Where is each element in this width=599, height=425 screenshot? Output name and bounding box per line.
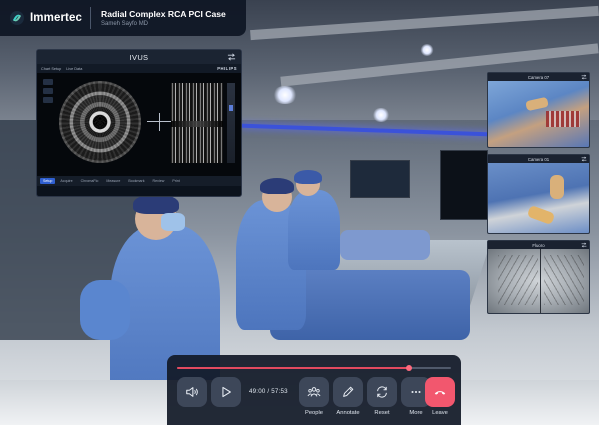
ceiling-light [420,44,434,56]
ivus-tab-print[interactable]: Print [169,178,182,184]
ivus-title: IVUS [129,52,149,62]
swap-icon[interactable] [581,156,587,162]
camera-feed-1[interactable]: Camera 07 [487,72,590,148]
room-monitor [350,160,410,198]
fluoro-split-line [540,249,541,313]
feed-title-bar: Fluoro [488,241,589,249]
swap-icon[interactable] [581,74,587,80]
case-info: Radial Complex RCA PCI Case Sameh Sayfo … [101,9,226,27]
ivus-longitudinal-view [171,83,223,163]
playback-controls: 49:00 / 57:53 People Annotate Reset More… [167,355,461,425]
leave-label: Leave [432,410,448,416]
ivus-toolbar-left: Chart Setup [41,66,62,71]
feed-title: Camera 07 [527,74,550,80]
ivus-toolbar-center: Live Data [66,66,83,71]
feed-title: Camera 01 [527,156,550,162]
ivus-cross-section-image [59,81,141,163]
ceiling-light [372,108,390,122]
volume-button[interactable] [177,377,207,407]
ivus-tab-measure[interactable]: Measure [103,178,123,184]
header-divider [90,7,91,29]
progress-fill [177,367,409,369]
surgical-cap [260,178,294,194]
progress-thumb[interactable] [405,365,412,371]
progress-scrubber[interactable] [177,365,451,371]
pencil-icon [343,386,354,397]
speaker-icon [186,387,198,397]
face-mask [161,213,185,231]
ivus-side-button [43,79,53,85]
annotate-button[interactable] [333,377,363,407]
ivus-pullback-track [227,83,235,163]
ceiling-light [272,86,298,104]
swap-icon[interactable] [227,53,236,61]
ivus-toolbar: Chart Setup Live Data PHILIPS [37,64,241,73]
camera-video [488,163,589,233]
surgical-cap [133,194,179,214]
surgical-drape [340,230,430,260]
ivus-tab-bar: Setup Acquire ChromaFlo Measure Bookmark Revi… [37,176,241,186]
camera-feed-2[interactable]: Camera 01 [487,154,590,234]
play-icon [222,386,231,398]
feed-title-bar: Camera 07 [488,73,589,81]
ivus-tab-acquire[interactable]: Acquire [57,178,75,184]
ivus-panel[interactable]: IVUS Chart Setup Live Data PHILIPS Setup… [36,49,242,197]
presenter-name: Sameh Sayfo MD [101,21,149,27]
feed-title: Fluoro [532,242,545,248]
surgical-cap [294,170,322,184]
brand-name: Immertec [30,12,82,24]
case-title: Radial Complex RCA PCI Case [101,9,226,19]
ivus-tab-bookmark[interactable]: Bookmark [125,178,147,184]
more-icon [411,390,421,394]
ivus-image-area: Setup Acquire ChromaFlo Measure Bookmark Revi… [37,73,241,186]
play-button[interactable] [211,377,241,407]
room-monitor [440,150,488,220]
reset-icon [377,386,387,398]
ivus-tab-review[interactable]: Review [150,178,168,184]
ivus-side-button [43,97,53,103]
ivus-tab-chromaflo[interactable]: ChromaFlo [78,178,102,184]
blue-light-strip [240,123,490,137]
session-header: Immertec Radial Complex RCA PCI Case Sam… [0,0,246,36]
drape-fold [80,280,130,340]
ivus-side-controls [43,79,55,175]
camera-video [488,81,589,147]
ivus-tab-setup[interactable]: Setup [40,178,56,184]
fluoro-feed[interactable]: Fluoro [487,240,590,314]
ivus-side-button [43,88,53,94]
reset-button[interactable] [367,377,397,407]
swap-icon[interactable] [581,242,587,248]
people-button[interactable] [299,377,329,407]
brand-logo: Immertec [0,10,90,26]
feed-title-bar: Camera 01 [488,155,589,163]
time-display: 49:00 / 57:53 [249,388,288,395]
vendor-logo: PHILIPS [217,66,237,71]
control-row: 49:00 / 57:53 People Annotate Reset More [177,377,453,421]
leave-button[interactable] [425,377,455,407]
immertec-logo-icon [10,11,24,25]
hang-up-icon [434,391,446,395]
ivus-title-bar: IVUS [37,50,241,64]
nurse [288,190,340,270]
crosshair [159,113,160,131]
people-icon [307,387,321,397]
fluoroscopy-video [488,249,589,313]
